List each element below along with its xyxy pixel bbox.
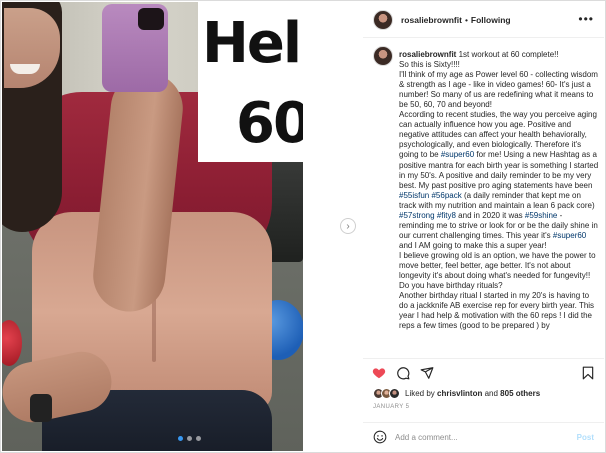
more-dots-icon[interactable]: ••• <box>578 12 594 26</box>
comment-bar: Post <box>363 422 604 451</box>
phone <box>102 4 168 92</box>
post-button[interactable]: Post <box>577 433 594 442</box>
next-slide-arrow-icon[interactable]: › <box>340 218 356 234</box>
post-header: rosaliebrownfit • Following ••• <box>363 2 604 38</box>
caption-segment: and I AM going to make this a super year… <box>399 240 547 250</box>
hashtag-link[interactable]: #55isfun <box>399 191 429 200</box>
caption-segment: Another birthday ritual I started in my … <box>399 291 595 331</box>
likes-count[interactable]: 805 others <box>500 389 540 398</box>
emoji-icon[interactable] <box>373 430 387 444</box>
post-date[interactable]: JANUARY 5 <box>373 404 409 410</box>
carousel-dot <box>187 436 192 441</box>
bookmark-icon[interactable] <box>580 365 596 381</box>
smartwatch <box>30 394 52 422</box>
hashtag-link[interactable]: #super60 <box>441 150 474 159</box>
caption-segment: and in 2020 it was <box>455 210 525 220</box>
likes-text[interactable]: Liked by chrisvlinton and 805 others <box>405 389 540 398</box>
hashtag-link[interactable]: #56pack <box>431 191 461 200</box>
header-separator: • <box>464 14 468 25</box>
likes-prefix: Liked by <box>405 389 438 398</box>
likes-row: Liked by chrisvlinton and 805 others <box>373 388 540 399</box>
caption-username[interactable]: rosaliebrownfit <box>399 50 456 59</box>
carousel-dot <box>196 436 201 441</box>
heart-filled-icon[interactable] <box>371 365 387 381</box>
comment-input[interactable] <box>395 432 555 442</box>
caption-segment: I'll think of my age as Power level 60 -… <box>399 70 598 110</box>
post-photo[interactable]: Hello 60 <box>2 2 303 451</box>
hashtag-link[interactable]: #fity8 <box>437 211 456 220</box>
caption-segment: 1st workout at 60 complete!! <box>456 50 559 59</box>
header-username[interactable]: rosaliebrownfit <box>401 15 462 25</box>
liker-username[interactable]: chrisvlinton <box>437 389 482 398</box>
share-icon[interactable] <box>419 365 435 381</box>
hashtag-link[interactable]: #59shine <box>525 211 557 220</box>
hashtag-link[interactable]: #super60 <box>553 231 586 240</box>
overlay-text-hello: Hello <box>202 11 303 76</box>
caption-segment: So this is Sixty!!!! <box>399 60 460 70</box>
following-button[interactable]: Following <box>471 15 511 25</box>
hashtag-link[interactable]: #57strong <box>399 211 435 220</box>
overlay-text-60: 60 <box>236 91 303 156</box>
caption-text: rosaliebrownfit 1st workout at 60 comple… <box>399 50 599 331</box>
action-bar <box>363 358 604 382</box>
caption-segment: I believe growing old is an option, we h… <box>399 250 596 291</box>
comment-icon[interactable] <box>395 365 411 381</box>
phone-camera <box>138 8 164 30</box>
carousel-dots <box>178 436 201 441</box>
likes-middle: and <box>482 389 501 398</box>
caption: rosaliebrownfit 1st workout at 60 comple… <box>363 46 604 353</box>
red-ball <box>2 320 22 366</box>
carousel-dot <box>178 436 183 441</box>
caption-avatar[interactable] <box>373 46 393 66</box>
avatar[interactable] <box>373 9 393 30</box>
liker-avatar <box>389 388 400 399</box>
post-sidebar: rosaliebrownfit • Following ••• rosalieb… <box>363 2 604 451</box>
